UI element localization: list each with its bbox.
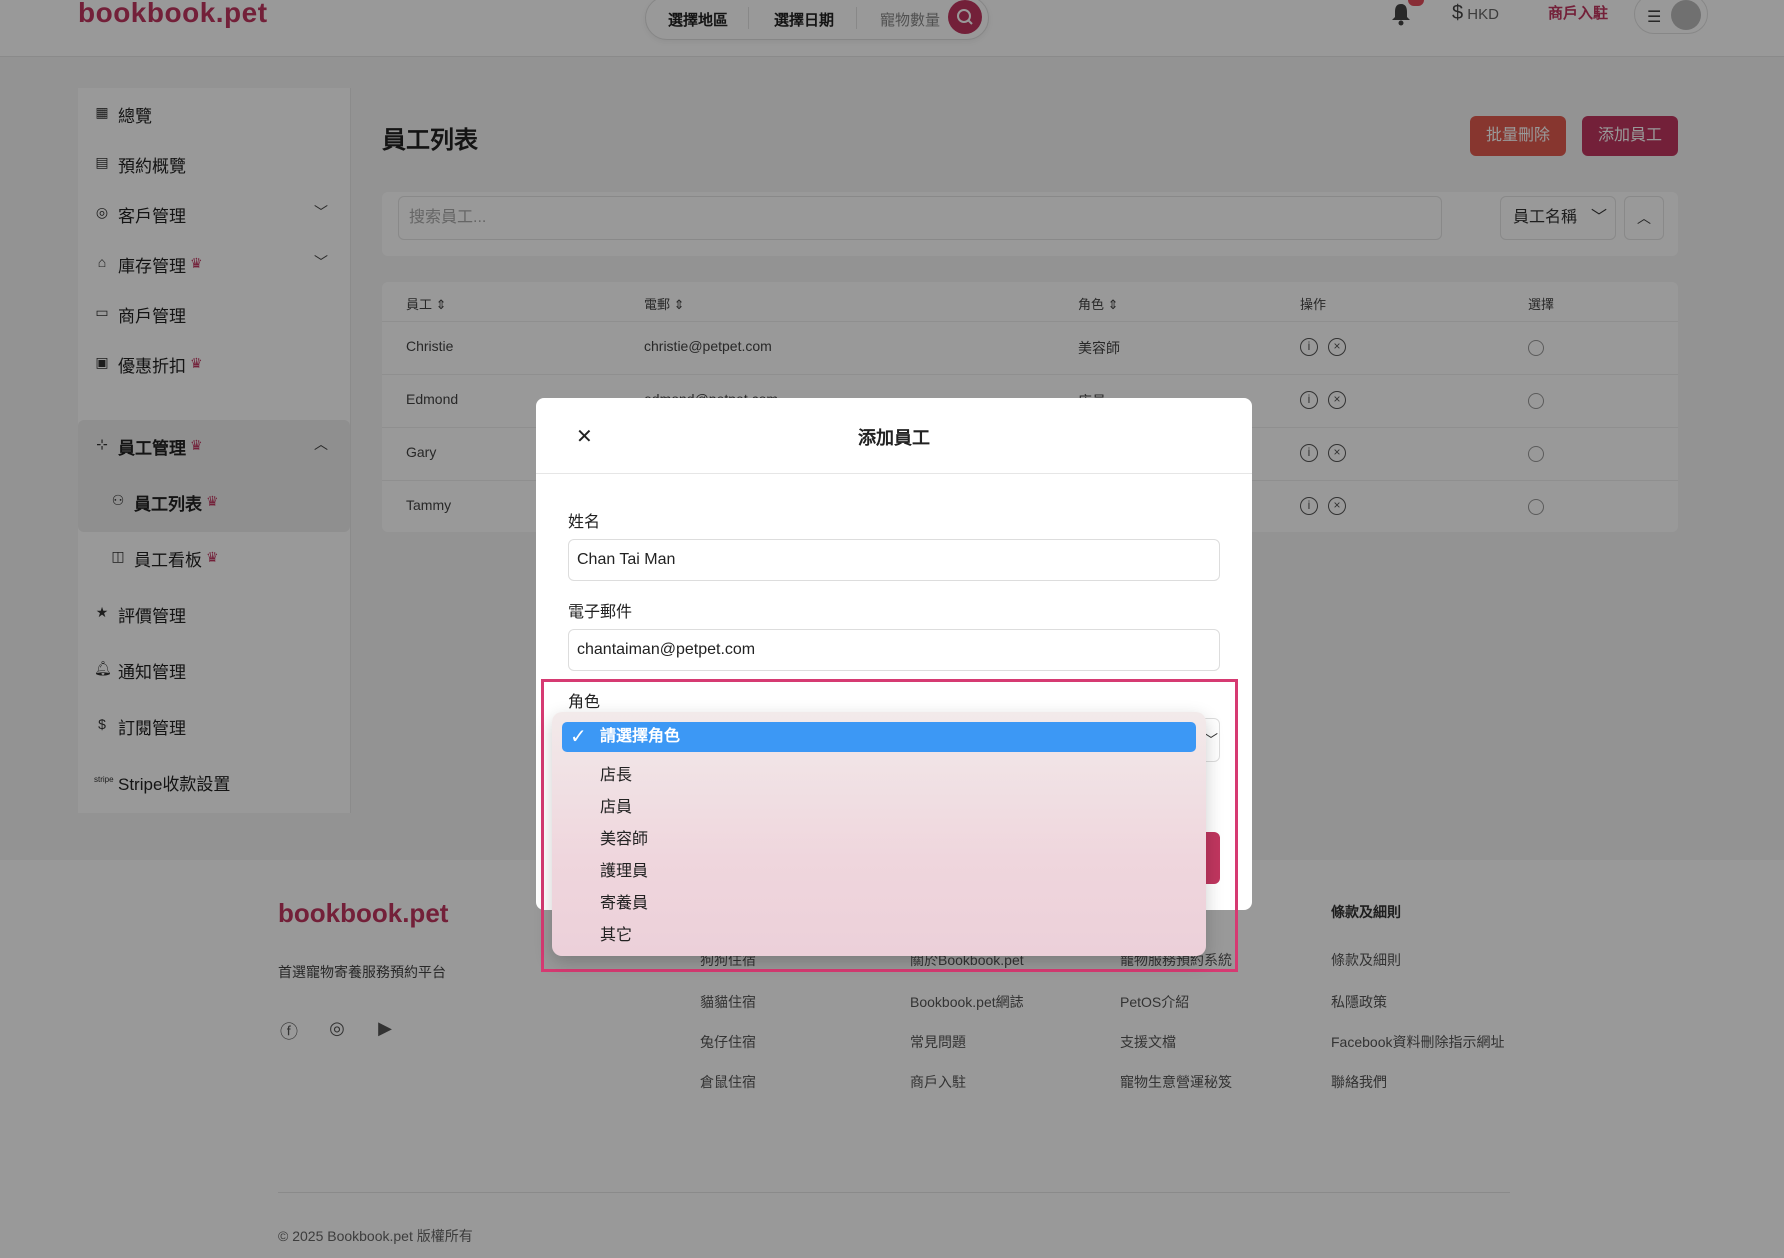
email-field[interactable]: chantaiman@petpet.com	[568, 629, 1220, 671]
name-field[interactable]: Chan Tai Man	[568, 539, 1220, 581]
role-option-boarding[interactable]: 寄養員	[600, 889, 648, 913]
role-dropdown: ✓ 請選擇角色 店長 店員 美容師 護理員 寄養員 其它	[552, 712, 1206, 956]
role-option-clerk[interactable]: 店員	[600, 793, 632, 817]
name-label: 姓名	[568, 514, 601, 531]
close-icon[interactable]: ✕	[576, 424, 593, 449]
checkmark-icon: ✓	[570, 726, 587, 748]
role-option-caretaker[interactable]: 護理員	[600, 857, 648, 881]
role-option-placeholder[interactable]: ✓ 請選擇角色	[562, 722, 1196, 752]
role-option-other[interactable]: 其它	[600, 921, 632, 945]
role-option-groomer[interactable]: 美容師	[600, 825, 648, 849]
role-option-label: 請選擇角色	[600, 728, 681, 745]
dialog-divider	[536, 473, 1252, 474]
role-option-manager[interactable]: 店長	[600, 761, 632, 785]
dialog-title: 添加員工	[858, 428, 930, 448]
chevron-down-icon: ﹀	[1204, 732, 1218, 748]
email-label: 電子郵件	[568, 604, 633, 621]
